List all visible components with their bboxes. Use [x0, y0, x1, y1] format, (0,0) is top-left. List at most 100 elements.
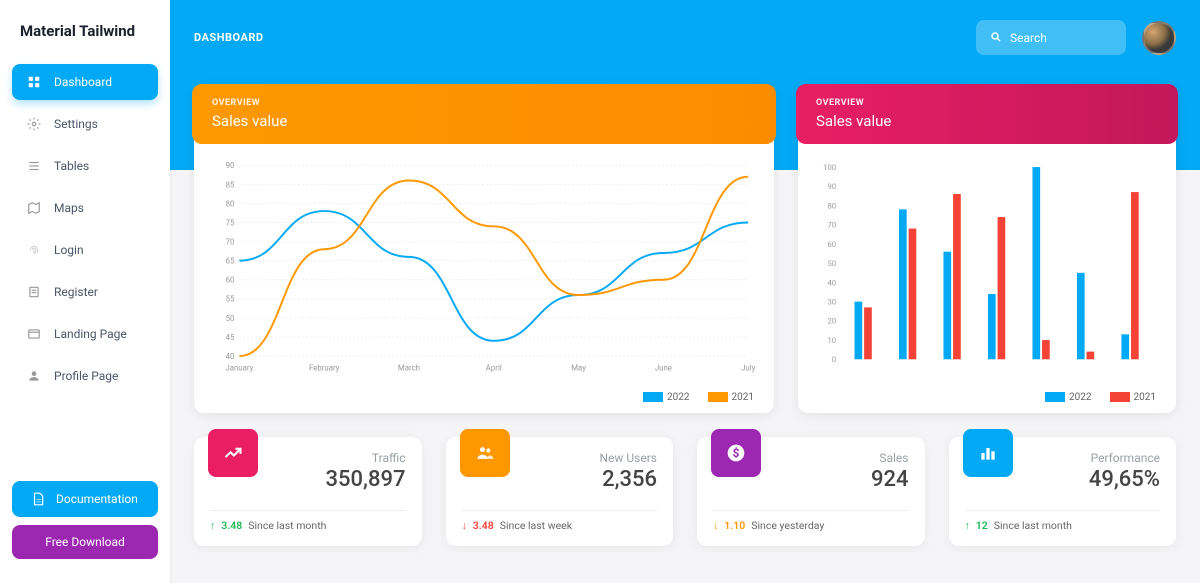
sidebar: Material Tailwind Dashboard Settings Tab… — [0, 0, 170, 583]
svg-text:January: January — [225, 364, 253, 373]
svg-text:50: 50 — [226, 314, 235, 323]
avatar[interactable] — [1142, 21, 1176, 55]
fingerprint-icon — [26, 242, 42, 258]
sidebar-item-label: Register — [54, 285, 98, 299]
document-icon — [30, 491, 46, 507]
svg-text:30: 30 — [827, 298, 836, 307]
sidebar-item-label: Tables — [54, 159, 89, 173]
stats-row: Traffic 350,897 ↑3.48Since last month Ne… — [194, 437, 1176, 546]
stat-card-sales: $ Sales 924 ↓1.10Since yesterday — [697, 437, 925, 546]
svg-text:90: 90 — [226, 161, 235, 170]
line-chart-legend: 2022 2021 — [194, 392, 774, 413]
free-download-button[interactable]: Free Download — [12, 525, 158, 559]
svg-text:45: 45 — [226, 333, 235, 342]
sidebar-item-landing[interactable]: Landing Page — [12, 316, 158, 352]
sidebar-item-tables[interactable]: Tables — [12, 148, 158, 184]
sidebar-item-label: Maps — [54, 201, 84, 215]
svg-text:June: June — [655, 364, 672, 373]
gear-icon — [26, 116, 42, 132]
clipboard-icon — [26, 284, 42, 300]
svg-text:80: 80 — [827, 201, 836, 210]
svg-text:40: 40 — [827, 278, 836, 287]
search-box[interactable] — [976, 20, 1126, 55]
stat-delta: 1.10 — [724, 519, 745, 532]
legend-label: 2022 — [1069, 392, 1091, 403]
user-icon — [26, 368, 42, 384]
svg-text:50: 50 — [827, 259, 836, 268]
svg-text:March: March — [398, 364, 420, 373]
svg-text:February: February — [309, 364, 340, 373]
legend-label: 2022 — [667, 392, 689, 403]
sidebar-item-label: Landing Page — [54, 327, 127, 341]
sidebar-item-label: Login — [54, 243, 84, 257]
stat-period: Since last week — [500, 519, 572, 532]
trending-up-icon — [208, 429, 258, 477]
svg-text:90: 90 — [827, 182, 836, 191]
arrow-down-icon: ↓ — [713, 519, 718, 532]
list-icon — [26, 158, 42, 174]
svg-text:60: 60 — [226, 276, 235, 285]
bar-chart: 0 10 20 30 40 50 60 70 80 90 100 — [814, 158, 1160, 378]
sidebar-item-label: Settings — [54, 117, 98, 131]
sidebar-item-maps[interactable]: Maps — [12, 190, 158, 226]
sidebar-item-dashboard[interactable]: Dashboard — [12, 64, 158, 100]
web-icon — [26, 326, 42, 342]
dashboard-icon — [26, 74, 42, 90]
search-input[interactable] — [1010, 31, 1112, 45]
svg-text:85: 85 — [226, 180, 235, 189]
line-chart-card: OVERVIEW Sales value 40 45 50 55 60 65 70 75 80 8… — [194, 86, 774, 413]
bar-chart-legend: 2022 2021 — [798, 392, 1176, 413]
svg-text:$: $ — [733, 446, 740, 460]
brand-title: Material Tailwind — [12, 16, 158, 64]
stat-period: Since yesterday — [751, 519, 824, 532]
stat-delta: 3.48 — [473, 519, 494, 532]
stat-card-traffic: Traffic 350,897 ↑3.48Since last month — [194, 437, 422, 546]
sidebar-item-label: Dashboard — [54, 75, 112, 89]
svg-text:70: 70 — [226, 238, 235, 247]
svg-text:55: 55 — [226, 295, 235, 304]
documentation-label: Documentation — [56, 492, 138, 506]
svg-text:10: 10 — [827, 336, 836, 345]
svg-text:75: 75 — [226, 218, 235, 227]
svg-text:60: 60 — [827, 240, 836, 249]
arrow-up-icon: ↑ — [210, 519, 215, 532]
stat-card-new-users: New Users 2,356 ↓3.48Since last week — [446, 437, 674, 546]
sidebar-item-register[interactable]: Register — [12, 274, 158, 310]
legend-label: 2021 — [1134, 392, 1156, 403]
line-chart-header: OVERVIEW Sales value — [192, 84, 776, 144]
users-icon — [460, 429, 510, 477]
map-icon — [26, 200, 42, 216]
svg-text:April: April — [486, 364, 502, 373]
line-chart: 40 45 50 55 60 65 70 75 80 85 90 January February Mar… — [210, 158, 758, 378]
page-title: DASHBOARD — [194, 31, 264, 44]
svg-text:100: 100 — [823, 163, 836, 172]
svg-text:0: 0 — [832, 355, 836, 364]
arrow-down-icon: ↓ — [462, 519, 467, 532]
chart-overview-label: OVERVIEW — [212, 98, 756, 108]
chart-overview-label: OVERVIEW — [816, 98, 1158, 108]
stat-delta: 3.48 — [221, 519, 242, 532]
svg-text:70: 70 — [827, 221, 836, 230]
documentation-button[interactable]: Documentation — [12, 481, 158, 517]
svg-text:80: 80 — [226, 199, 235, 208]
stat-card-performance: Performance 49,65% ↑12Since last month — [949, 437, 1177, 546]
main-content: DASHBOARD OVERVIEW Sales value 40 45 50 55 6… — [170, 0, 1200, 583]
stat-period: Since last month — [248, 519, 326, 532]
bar-chart-header: OVERVIEW Sales value — [796, 84, 1178, 144]
svg-text:20: 20 — [827, 317, 836, 326]
svg-text:40: 40 — [226, 352, 235, 361]
sidebar-item-settings[interactable]: Settings — [12, 106, 158, 142]
sidebar-item-label: Profile Page — [54, 369, 118, 383]
stat-period: Since last month — [994, 519, 1072, 532]
download-label: Free Download — [45, 535, 125, 549]
chart-title: Sales value — [816, 112, 1158, 130]
dollar-icon: $ — [711, 429, 761, 477]
svg-text:July: July — [741, 364, 756, 373]
sidebar-item-profile[interactable]: Profile Page — [12, 358, 158, 394]
sidebar-item-login[interactable]: Login — [12, 232, 158, 268]
svg-text:65: 65 — [226, 257, 235, 266]
chart-title: Sales value — [212, 112, 756, 130]
svg-text:May: May — [571, 364, 586, 373]
arrow-up-icon: ↑ — [965, 519, 970, 532]
legend-label: 2021 — [732, 392, 754, 403]
